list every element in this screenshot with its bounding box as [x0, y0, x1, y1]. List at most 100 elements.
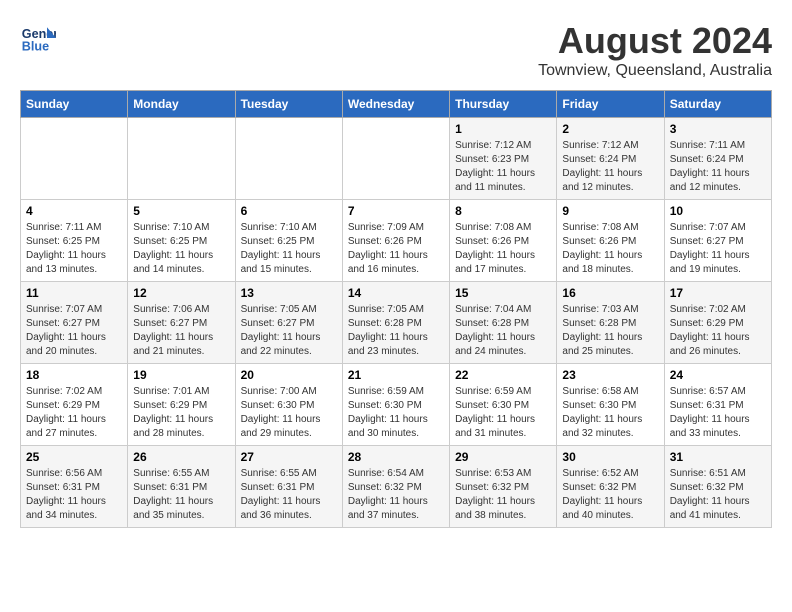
- day-info: Sunrise: 7:12 AM Sunset: 6:24 PM Dayligh…: [562, 139, 658, 195]
- day-number: 21: [348, 368, 444, 382]
- day-info: Sunrise: 6:59 AM Sunset: 6:30 PM Dayligh…: [455, 385, 551, 441]
- day-number: 12: [133, 286, 229, 300]
- col-sunday: Sunday: [21, 91, 128, 118]
- table-row: 10 Sunrise: 7:07 AM Sunset: 6:27 PM Dayli…: [664, 200, 771, 282]
- day-info: Sunrise: 7:05 AM Sunset: 6:28 PM Dayligh…: [348, 303, 444, 359]
- day-number: 23: [562, 368, 658, 382]
- logo: General Blue: [20, 20, 56, 56]
- table-row: 19 Sunrise: 7:01 AM Sunset: 6:29 PM Dayli…: [128, 364, 235, 446]
- table-row: 28 Sunrise: 6:54 AM Sunset: 6:32 PM Dayli…: [342, 446, 449, 528]
- table-row: 1 Sunrise: 7:12 AM Sunset: 6:23 PM Daylig…: [450, 118, 557, 200]
- day-info: Sunrise: 7:08 AM Sunset: 6:26 PM Dayligh…: [562, 221, 658, 277]
- table-row: 23 Sunrise: 6:58 AM Sunset: 6:30 PM Dayli…: [557, 364, 664, 446]
- table-row: 20Sunrise: 7:00 AM Sunset: 6:30 PM Dayli…: [235, 364, 342, 446]
- day-info: Sunrise: 6:57 AM Sunset: 6:31 PM Dayligh…: [670, 385, 766, 441]
- day-number: 5: [133, 204, 229, 218]
- day-number: 25: [26, 450, 122, 464]
- day-info: Sunrise: 7:08 AM Sunset: 6:26 PM Dayligh…: [455, 221, 551, 277]
- day-info: Sunrise: 6:53 AM Sunset: 6:32 PM Dayligh…: [455, 467, 551, 523]
- day-number: 31: [670, 450, 766, 464]
- day-info: Sunrise: 6:55 AM Sunset: 6:31 PM Dayligh…: [241, 467, 337, 523]
- day-number: 14: [348, 286, 444, 300]
- table-row: 5 Sunrise: 7:10 AM Sunset: 6:25 PM Daylig…: [128, 200, 235, 282]
- col-monday: Monday: [128, 91, 235, 118]
- day-number: 2: [562, 122, 658, 136]
- table-row: [342, 118, 449, 200]
- day-info: Sunrise: 7:01 AM Sunset: 6:29 PM Dayligh…: [133, 385, 229, 441]
- day-number: 9: [562, 204, 658, 218]
- day-info: Sunrise: 7:10 AM Sunset: 6:25 PM Dayligh…: [241, 221, 337, 277]
- table-row: 18 Sunrise: 7:02 AM Sunset: 6:29 PM Dayli…: [21, 364, 128, 446]
- day-number: 30: [562, 450, 658, 464]
- table-row: 11Sunrise: 7:07 AM Sunset: 6:27 PM Dayli…: [21, 282, 128, 364]
- day-number: 15: [455, 286, 551, 300]
- day-number: 29: [455, 450, 551, 464]
- day-info: Sunrise: 6:59 AM Sunset: 6:30 PM Dayligh…: [348, 385, 444, 441]
- day-number: 17: [670, 286, 766, 300]
- day-number: 19: [133, 368, 229, 382]
- day-number: 6: [241, 204, 337, 218]
- day-number: 28: [348, 450, 444, 464]
- day-info: Sunrise: 7:12 AM Sunset: 6:23 PM Dayligh…: [455, 139, 551, 195]
- table-row: 17 Sunrise: 7:02 AM Sunset: 6:29 PM Dayli…: [664, 282, 771, 364]
- table-row: 15 Sunrise: 7:04 AM Sunset: 6:28 PM Dayli…: [450, 282, 557, 364]
- day-info: Sunrise: 7:02 AM Sunset: 6:29 PM Dayligh…: [26, 385, 122, 441]
- table-row: 13 Sunrise: 7:05 AM Sunset: 6:27 PM Dayli…: [235, 282, 342, 364]
- day-number: 22: [455, 368, 551, 382]
- col-saturday: Saturday: [664, 91, 771, 118]
- day-info: Sunrise: 7:07 AM Sunset: 6:27 PM Dayligh…: [670, 221, 766, 277]
- day-info: Sunrise: 6:58 AM Sunset: 6:30 PM Dayligh…: [562, 385, 658, 441]
- day-info: Sunrise: 6:52 AM Sunset: 6:32 PM Dayligh…: [562, 467, 658, 523]
- calendar-body: 1 Sunrise: 7:12 AM Sunset: 6:23 PM Daylig…: [21, 118, 772, 528]
- subtitle: Townview, Queensland, Australia: [538, 62, 772, 80]
- table-row: 14 Sunrise: 7:05 AM Sunset: 6:28 PM Dayli…: [342, 282, 449, 364]
- day-number: 13: [241, 286, 337, 300]
- day-info: Sunrise: 7:07 AM Sunset: 6:27 PM Dayligh…: [26, 303, 122, 359]
- day-number: 24: [670, 368, 766, 382]
- calendar-header: Sunday Monday Tuesday Wednesday Thursday…: [21, 91, 772, 118]
- table-row: [128, 118, 235, 200]
- title-area: August 2024 Townview, Queensland, Austra…: [538, 20, 772, 80]
- table-row: 31Sunrise: 6:51 AM Sunset: 6:32 PM Dayli…: [664, 446, 771, 528]
- day-number: 8: [455, 204, 551, 218]
- table-row: 29 Sunrise: 6:53 AM Sunset: 6:32 PM Dayli…: [450, 446, 557, 528]
- day-number: 7: [348, 204, 444, 218]
- day-info: Sunrise: 7:04 AM Sunset: 6:28 PM Dayligh…: [455, 303, 551, 359]
- day-info: Sunrise: 7:03 AM Sunset: 6:28 PM Dayligh…: [562, 303, 658, 359]
- table-row: 26 Sunrise: 6:55 AM Sunset: 6:31 PM Dayli…: [128, 446, 235, 528]
- table-row: 24 Sunrise: 6:57 AM Sunset: 6:31 PM Dayli…: [664, 364, 771, 446]
- day-info: Sunrise: 7:05 AM Sunset: 6:27 PM Dayligh…: [241, 303, 337, 359]
- day-number: 1: [455, 122, 551, 136]
- day-info: Sunrise: 6:54 AM Sunset: 6:32 PM Dayligh…: [348, 467, 444, 523]
- table-row: 4Sunrise: 7:11 AM Sunset: 6:25 PM Daylig…: [21, 200, 128, 282]
- day-info: Sunrise: 6:55 AM Sunset: 6:31 PM Dayligh…: [133, 467, 229, 523]
- table-row: 8 Sunrise: 7:08 AM Sunset: 6:26 PM Daylig…: [450, 200, 557, 282]
- day-number: 18: [26, 368, 122, 382]
- logo-icon: General Blue: [20, 20, 56, 56]
- day-number: 16: [562, 286, 658, 300]
- day-number: 3: [670, 122, 766, 136]
- day-number: 10: [670, 204, 766, 218]
- svg-text:Blue: Blue: [22, 40, 49, 54]
- day-info: Sunrise: 6:56 AM Sunset: 6:31 PM Dayligh…: [26, 467, 122, 523]
- day-number: 20: [241, 368, 337, 382]
- table-row: 12Sunrise: 7:06 AM Sunset: 6:27 PM Dayli…: [128, 282, 235, 364]
- table-row: 2 Sunrise: 7:12 AM Sunset: 6:24 PM Daylig…: [557, 118, 664, 200]
- table-row: 3Sunrise: 7:11 AM Sunset: 6:24 PM Daylig…: [664, 118, 771, 200]
- col-tuesday: Tuesday: [235, 91, 342, 118]
- table-row: 21 Sunrise: 6:59 AM Sunset: 6:30 PM Dayli…: [342, 364, 449, 446]
- col-wednesday: Wednesday: [342, 91, 449, 118]
- table-row: 27 Sunrise: 6:55 AM Sunset: 6:31 PM Dayli…: [235, 446, 342, 528]
- col-thursday: Thursday: [450, 91, 557, 118]
- col-friday: Friday: [557, 91, 664, 118]
- day-number: 27: [241, 450, 337, 464]
- calendar-table: Sunday Monday Tuesday Wednesday Thursday…: [20, 90, 772, 528]
- table-row: 16 Sunrise: 7:03 AM Sunset: 6:28 PM Dayli…: [557, 282, 664, 364]
- day-info: Sunrise: 7:10 AM Sunset: 6:25 PM Dayligh…: [133, 221, 229, 277]
- table-row: 7Sunrise: 7:09 AM Sunset: 6:26 PM Daylig…: [342, 200, 449, 282]
- table-row: 9 Sunrise: 7:08 AM Sunset: 6:26 PM Daylig…: [557, 200, 664, 282]
- table-row: 30 Sunrise: 6:52 AM Sunset: 6:32 PM Dayli…: [557, 446, 664, 528]
- day-info: Sunrise: 7:02 AM Sunset: 6:29 PM Dayligh…: [670, 303, 766, 359]
- page-header: General Blue August 2024 Townview, Queen…: [20, 20, 772, 80]
- day-number: 26: [133, 450, 229, 464]
